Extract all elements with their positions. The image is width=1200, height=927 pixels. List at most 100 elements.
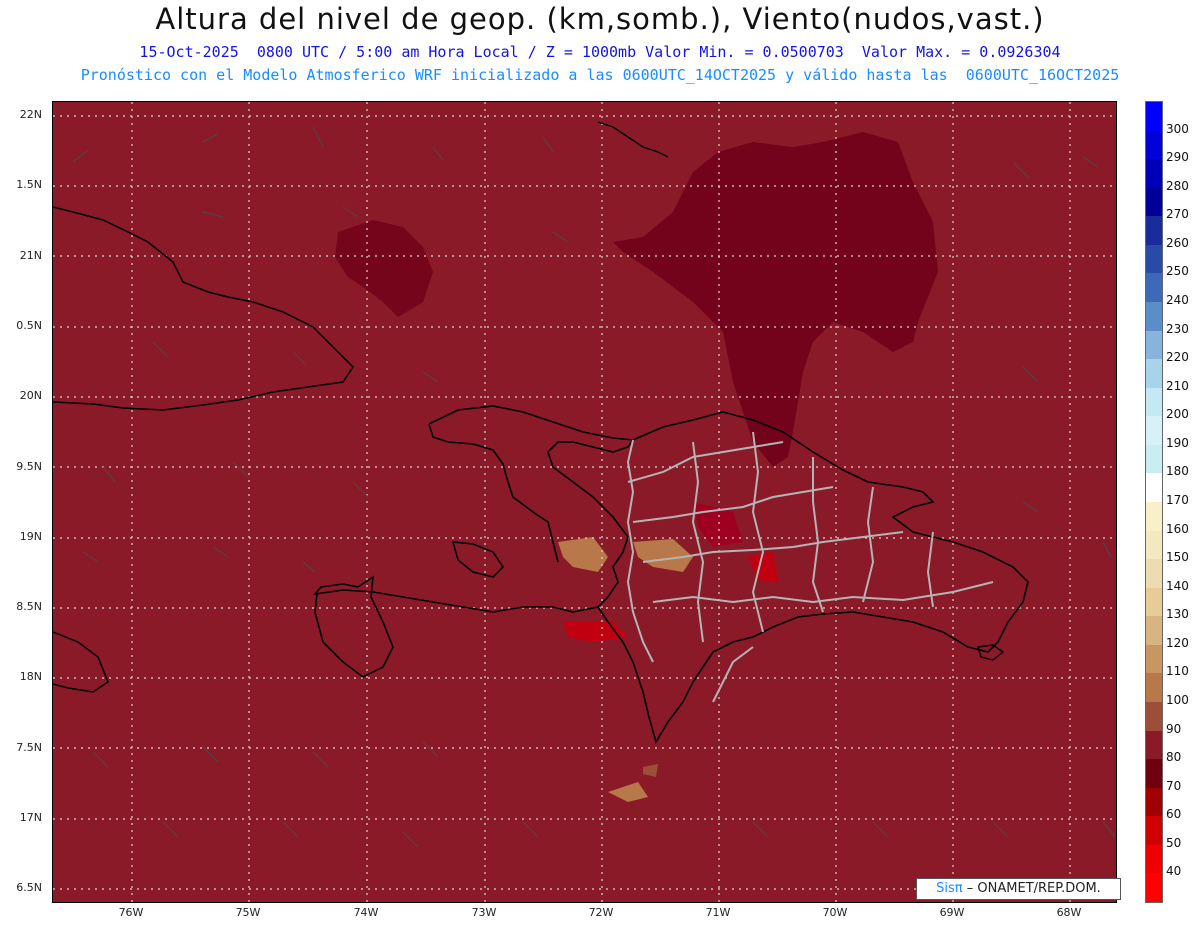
haiti-north-coast: [428, 423, 559, 563]
colorbar-swatch: [1146, 330, 1162, 360]
forecast-map: [52, 101, 1117, 903]
high-value-patch: [633, 539, 693, 572]
low-value-patch: [563, 622, 628, 642]
colorbar: [1145, 101, 1163, 903]
colorbar-label: 70: [1166, 778, 1182, 793]
subtitle-valid-time: 15-Oct-2025 0800 UTC / 5:00 am Hora Loca…: [139, 43, 1061, 61]
colorbar-label: 200: [1166, 407, 1189, 422]
low-value-region: [613, 132, 938, 467]
lat-label: 20N: [19, 389, 42, 402]
colorbar-swatch: [1146, 159, 1162, 189]
colorbar-label: 100: [1166, 693, 1189, 707]
lon-label: 69W: [939, 906, 965, 919]
colorbar-swatch: [1146, 444, 1162, 474]
colorbar-swatch: [1146, 359, 1162, 389]
lat-label: 7.5N: [16, 741, 42, 754]
colorbar-swatch: [1146, 502, 1162, 532]
colorbar-swatch: [1146, 673, 1162, 703]
colorbar-label: 60: [1166, 807, 1182, 822]
turks-caicos: [597, 121, 669, 158]
colorbar-label: 160: [1166, 521, 1189, 536]
lat-label: 18N: [19, 670, 42, 683]
lat-label: 9.5N: [16, 460, 42, 473]
lat-label: 8.5N: [16, 600, 42, 613]
colorbar-swatch: [1146, 759, 1162, 789]
colorbar-swatch: [1146, 702, 1162, 732]
colorbar-swatch: [1146, 130, 1162, 160]
colorbar-swatch: [1146, 187, 1162, 217]
low-value-patch: [748, 552, 778, 582]
credit-box: Sisπ – ONAMET/REP.DOM.: [916, 878, 1121, 900]
colorbar-swatch: [1146, 616, 1162, 646]
lon-label: 76W: [118, 906, 144, 919]
lon-label: 73W: [471, 906, 497, 919]
gonave-island: [451, 541, 504, 578]
lon-label: 75W: [235, 906, 261, 919]
saona-island: [977, 644, 1005, 661]
graticule: [53, 102, 1116, 902]
credit-text: – ONAMET/REP.DOM.: [966, 881, 1101, 896]
jamaica-coastline: [53, 631, 109, 693]
high-value-patch: [558, 537, 608, 572]
colorbar-swatch: [1146, 730, 1162, 760]
colorbar-label: 170: [1166, 493, 1189, 507]
colorbar-label: 270: [1166, 207, 1189, 222]
high-value-patch: [643, 764, 658, 777]
lon-label: 74W: [353, 906, 379, 919]
lon-label: 72W: [588, 906, 614, 919]
colorbar-swatch: [1146, 416, 1162, 446]
colorbar-label: 80: [1166, 750, 1182, 765]
colorbar-label: 130: [1166, 607, 1189, 622]
colorbar-label: 250: [1166, 264, 1189, 279]
lat-label: 19N: [19, 530, 42, 543]
colorbar-label: 300: [1166, 121, 1189, 136]
colorbar-label: 180: [1166, 464, 1189, 479]
colorbar-swatch: [1146, 787, 1162, 817]
lon-label: 71W: [705, 906, 731, 919]
colorbar-swatch: [1146, 844, 1162, 874]
lat-label: 17N: [19, 811, 42, 824]
colorbar-swatch: [1146, 302, 1162, 332]
colorbar-swatch: [1146, 559, 1162, 589]
colorbar-label: 120: [1166, 635, 1189, 650]
lat-label: 6.5N: [16, 881, 42, 894]
lat-label: 1.5N: [16, 178, 42, 191]
colorbar-label: 210: [1166, 378, 1189, 393]
lat-label: 0.5N: [16, 319, 42, 332]
colorbar-label: 110: [1166, 664, 1189, 679]
lat-label: 22N: [19, 108, 42, 121]
cuba-coastline: [53, 206, 354, 411]
wind-barbs: [72, 126, 1116, 848]
colorbar-swatch: [1146, 273, 1162, 303]
colorbar-label: 240: [1166, 293, 1189, 307]
lon-label: 68W: [1056, 906, 1082, 919]
colorbar-label: 260: [1166, 235, 1189, 250]
colorbar-swatch: [1146, 587, 1162, 617]
colorbar-label: 230: [1166, 321, 1189, 336]
colorbar-swatch: [1146, 216, 1162, 246]
colorbar-label: 280: [1166, 178, 1189, 193]
colorbar-label: 190: [1166, 435, 1189, 450]
colorbar-label: 220: [1166, 350, 1189, 365]
sispi-logo-text: Sisπ: [936, 881, 963, 896]
colorbar-swatch: [1146, 644, 1162, 674]
low-value-region-west: [335, 220, 433, 317]
lat-label: 21N: [19, 249, 42, 262]
colorbar-swatch: [1146, 473, 1162, 503]
colorbar-swatch: [1146, 102, 1162, 132]
colorbar-swatch: [1146, 244, 1162, 274]
colorbar-label: 40: [1166, 864, 1182, 879]
colorbar-swatch: [1146, 387, 1162, 417]
high-value-patch: [608, 782, 648, 802]
map-canvas: [53, 102, 1116, 902]
colorbar-label: 140: [1166, 578, 1189, 593]
colorbar-label: 150: [1166, 550, 1189, 565]
colorbar-swatch: [1146, 873, 1162, 903]
colorbar-swatch: [1146, 816, 1162, 846]
colorbar-label: 50: [1166, 835, 1182, 850]
colorbar-label: 90: [1166, 721, 1182, 736]
colorbar-swatch: [1146, 530, 1162, 560]
map-title: Altura del nivel de geop. (km,somb.), Vi…: [155, 2, 1045, 36]
lon-label: 70W: [822, 906, 848, 919]
colorbar-label: 290: [1166, 150, 1189, 165]
